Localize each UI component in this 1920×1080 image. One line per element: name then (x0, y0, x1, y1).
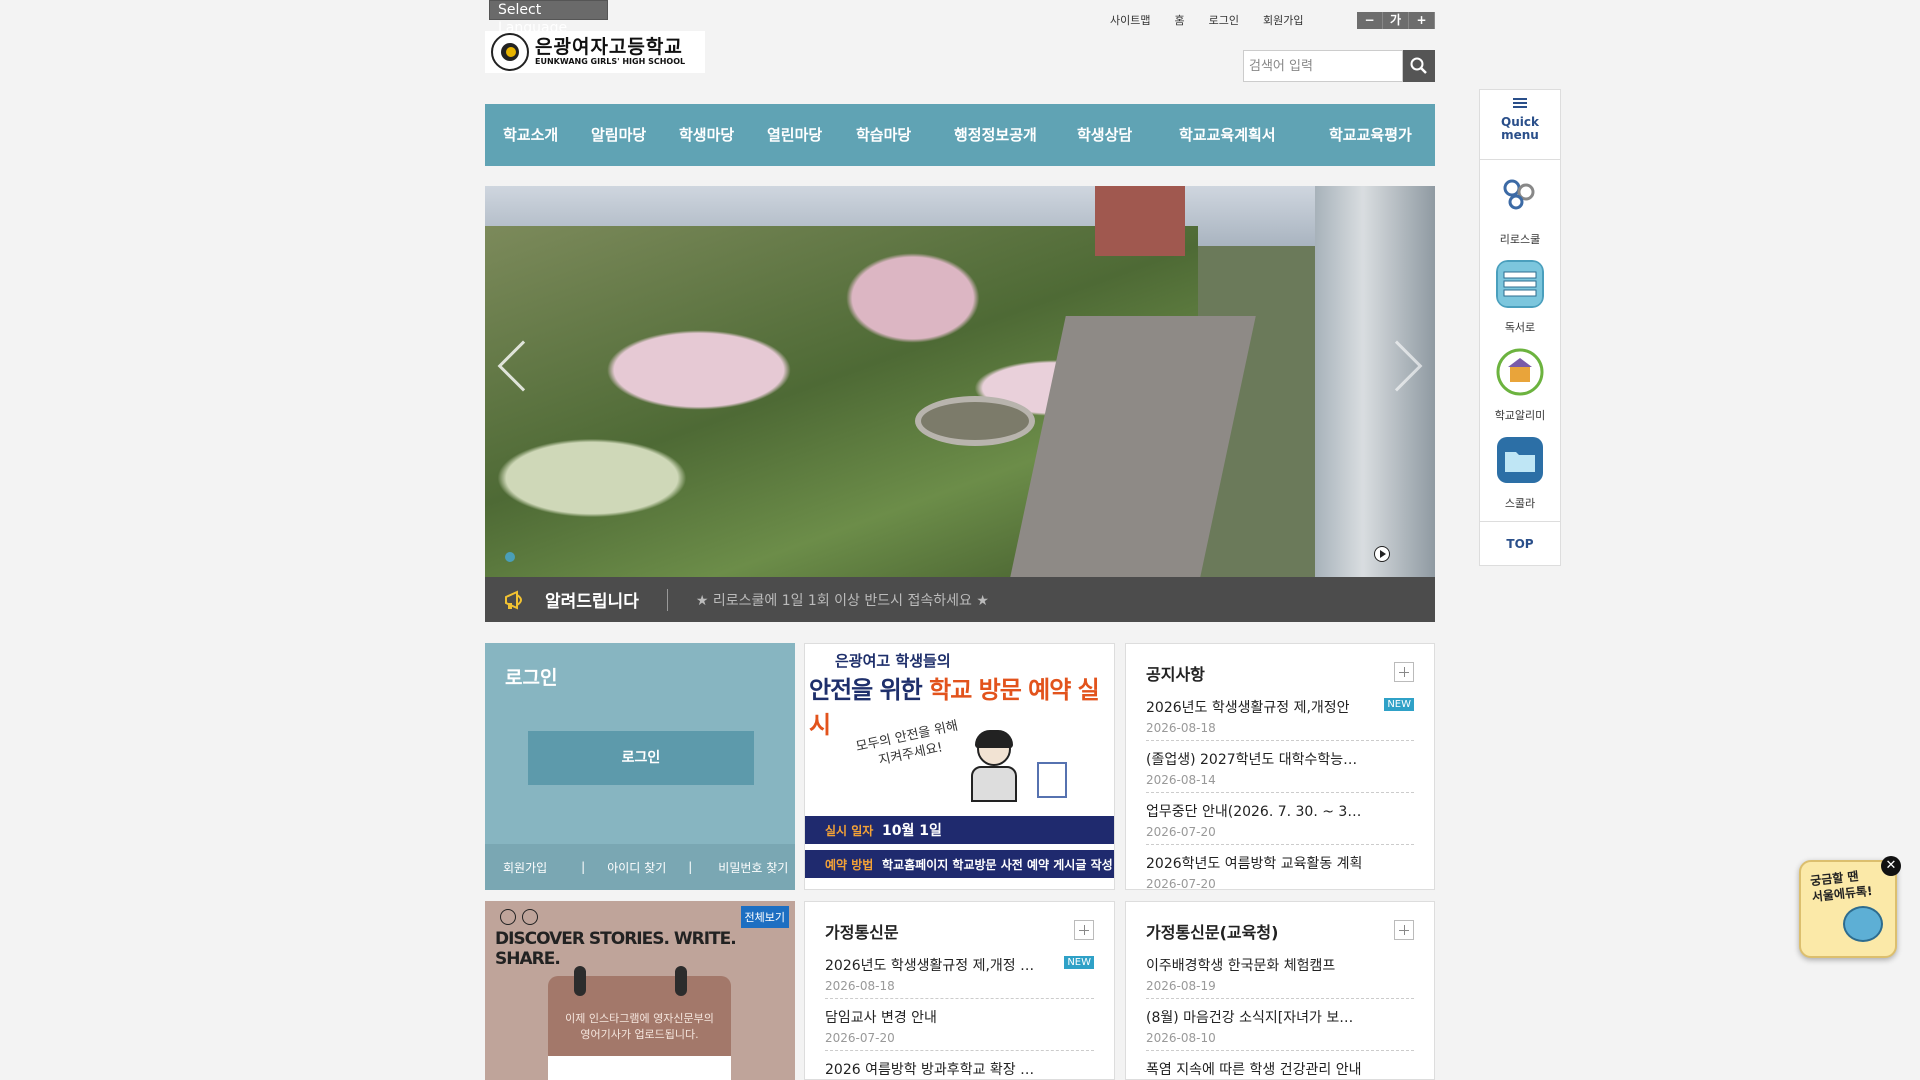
list-item[interactable]: 담임교사 변경 안내 2026-07-20 (825, 1007, 1094, 1051)
new-badge: NEW (1384, 698, 1414, 711)
list-item[interactable]: 2026년도 학생생활규정 제,개정안 2026-08-18 NEW (1146, 697, 1414, 741)
chat-bubble-icon (1843, 906, 1883, 942)
nav-admin-info[interactable]: 행정정보공개 (954, 124, 1037, 145)
home-link[interactable]: 홈 (1174, 12, 1184, 28)
font-default-button[interactable]: 가 (1383, 12, 1409, 29)
banner-subtitle: 은광여고 학생들의 (835, 652, 951, 670)
search-bar (1243, 50, 1435, 82)
school-logo[interactable]: 은광여자고등학교 EUNKWANG GIRLS' HIGH SCHOOL (485, 31, 705, 73)
nav-school-intro[interactable]: 학교소개 (503, 124, 558, 145)
nav-learning[interactable]: 학습마당 (856, 124, 911, 145)
list-item[interactable]: 이주배경학생 한국문화 체험캠프 2026-08-19 (1146, 955, 1414, 999)
edu-office-letter-title: 가정통신문(교육청) (1146, 923, 1279, 942)
school-emblem-icon (491, 33, 529, 71)
nav-education-plan[interactable]: 학교교육계획서 (1179, 124, 1276, 145)
list-item[interactable]: (8월) 마음건강 소식지[자녀가 보내… 2026-08-10 (1146, 1007, 1414, 1051)
utility-links: 사이트맵 홈 로그인 회원가입 (1110, 12, 1327, 28)
nav-open[interactable]: 열린마당 (767, 124, 822, 145)
nav-counseling[interactable]: 학생상담 (1077, 124, 1132, 145)
main-visual-slider (485, 186, 1435, 577)
new-badge: NEW (1064, 956, 1094, 969)
language-select-button[interactable]: Select Language (489, 0, 608, 36)
nav-notice[interactable]: 알림마당 (591, 124, 646, 145)
banner-date-label: 실시 일자 (825, 823, 874, 838)
list-item[interactable]: 업무중단 안내(2026. 7. 30. ~ 31.) 2026-07-20 (1146, 801, 1414, 845)
student-illustration (965, 730, 1025, 802)
video-play-icon[interactable] (500, 909, 516, 925)
login-link[interactable]: 로그인 (1209, 12, 1239, 28)
seoul-edutalk-chat-banner[interactable]: 궁금할 땐 서울에듀톡! ✕ (1799, 856, 1901, 958)
notice-board-title: 공지사항 (1146, 665, 1205, 684)
login-panel-title: 로그인 (505, 667, 558, 689)
banner-method-value: 학교홈페이지 학교방문 사전 예약 게시글 작성 (882, 857, 1113, 872)
list-item[interactable]: 2026년도 학생생활규정 제,개정 발… 2026-08-18 NEW (825, 955, 1094, 999)
signup-link[interactable]: 회원가입 (1263, 12, 1303, 28)
book-list-icon (1496, 260, 1544, 308)
quick-menu-title: Quick menu (1501, 115, 1539, 142)
calendar-graphic: 이제 인스타그램에 영자신문부의 영어기사가 업로드됩니다. (548, 966, 731, 1080)
nav-student[interactable]: 학생마당 (679, 124, 734, 145)
search-input[interactable] (1243, 50, 1403, 82)
announcement-bar: 알려드립니다 ★ 리로스쿨에 1일 1회 이상 반드시 접속하세요 ★ (485, 577, 1435, 622)
nav-education-evaluation[interactable]: 학교교육평가 (1329, 124, 1412, 145)
login-button[interactable]: 로그인 (528, 731, 754, 785)
banner-method-label: 예약 방법 (825, 857, 874, 872)
sitemap-link[interactable]: 사이트맵 (1110, 12, 1150, 28)
school-info-icon (1496, 348, 1544, 396)
logo-korean-name: 은광여자고등학교 (535, 36, 683, 58)
quick-menu: Quick menu 리로스쿨 독서로 학교알리미 스콜라 TOP (1479, 89, 1561, 566)
video-card-text: 이제 인스타그램에 영자신문부의 영어기사가 업로드됩니다. (565, 1012, 714, 1041)
view-all-button[interactable]: 전체보기 (740, 906, 789, 928)
quick-item-dokseoro[interactable]: 독서로 (1480, 248, 1560, 336)
edu-office-letter-board: 가정통신문(교육청) 이주배경학생 한국문화 체험캠프 2026-08-19 (8… (1125, 901, 1435, 1080)
banner-title: 안전을 위한 학교 방문 예약 실시 (809, 676, 1100, 739)
school-building-icon (1037, 762, 1067, 798)
family-letter-more-icon[interactable] (1074, 920, 1094, 940)
signup-link[interactable]: 회원가입 (503, 859, 547, 876)
search-icon (1410, 57, 1427, 74)
family-letter-title: 가정통신문 (825, 923, 899, 942)
login-panel: 로그인 로그인 회원가입 | 아이디 찾기 | 비밀번호 찾기 (485, 643, 795, 890)
folder-icon (1497, 437, 1543, 483)
announcement-text[interactable]: ★ 리로스쿨에 1일 1회 이상 반드시 접속하세요 ★ (696, 590, 989, 610)
notice-board: 공지사항 2026년도 학생생활규정 제,개정안 2026-08-18 NEW (졸… (1125, 643, 1435, 891)
search-button[interactable] (1403, 50, 1435, 82)
video-panel: 전체보기 DISCOVER STORIES. WRITE. SHARE. 이제 … (485, 901, 795, 1080)
find-id-link[interactable]: 아이디 찾기 (607, 859, 666, 876)
find-password-link[interactable]: 비밀번호 찾기 (718, 859, 788, 876)
slider-play-icon[interactable] (1374, 546, 1390, 562)
video-pause-icon[interactable] (522, 909, 538, 925)
riroschool-icon (1503, 179, 1535, 210)
list-item[interactable]: 2026학년도 여름방학 교육활동 계획 2026-07-20 (1146, 853, 1414, 896)
megaphone-icon (505, 589, 522, 610)
scroll-top-button[interactable]: TOP (1480, 521, 1560, 565)
font-increase-button[interactable]: + (1409, 12, 1435, 29)
video-headline: DISCOVER STORIES. WRITE. SHARE. (495, 929, 737, 969)
notice-more-icon[interactable] (1394, 662, 1414, 682)
quick-item-scholar[interactable]: 스콜라 (1480, 424, 1560, 512)
font-size-controls: − 가 + (1357, 12, 1435, 29)
quick-item-schoolinfo[interactable]: 학교알리미 (1480, 336, 1560, 424)
visit-reservation-banner[interactable]: 은광여고 학생들의 안전을 위한 학교 방문 예약 실시 모두의 안전을 위해 … (804, 643, 1115, 890)
list-item[interactable]: 폭염 지속에 따른 학생 건강관리 안내2026-08-10 (1146, 1059, 1414, 1080)
edu-office-more-icon[interactable] (1394, 920, 1414, 940)
login-help-links: 회원가입 | 아이디 찾기 | 비밀번호 찾기 (485, 844, 795, 890)
logo-english-name: EUNKWANG GIRLS' HIGH SCHOOL (535, 57, 686, 66)
close-icon[interactable]: ✕ (1881, 856, 1901, 876)
list-item[interactable]: 2026 여름방학 방과후학교 확장 강…2026-07-13 (825, 1059, 1094, 1080)
announcement-title: 알려드립니다 (545, 592, 639, 612)
main-navigation: 학교소개 알림마당 학생마당 열린마당 학습마당 행정정보공개 학생상담 학교교… (485, 104, 1435, 166)
font-decrease-button[interactable]: − (1357, 12, 1383, 29)
quick-item-riroschool[interactable]: 리로스쿨 (1480, 160, 1560, 248)
list-item[interactable]: (졸업생) 2027학년도 대학수학능력… 2026-08-14 (1146, 749, 1414, 793)
banner-date-value: 10월 1일 (882, 823, 942, 839)
slider-indicator-dot[interactable] (505, 552, 515, 562)
hamburger-icon (1513, 98, 1527, 108)
chat-banner-text: 궁금할 땐 서울에듀톡! (1809, 869, 1874, 905)
family-letter-board: 가정통신문 2026년도 학생생활규정 제,개정 발… 2026-08-18 NEW… (804, 901, 1115, 1080)
